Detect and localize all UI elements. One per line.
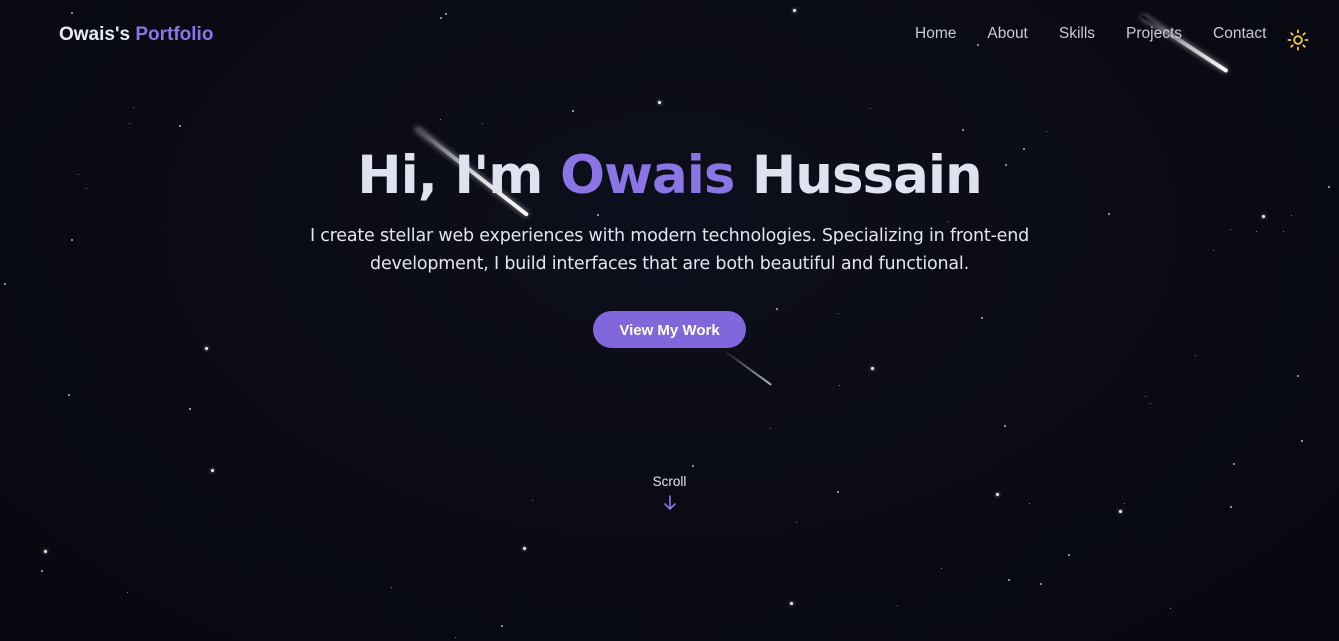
star <box>790 602 793 605</box>
theme-toggle-button[interactable] <box>1287 29 1309 51</box>
star <box>1040 583 1042 585</box>
star <box>1008 579 1010 581</box>
hero-section: Hi, I'm Owais Hussain I create stellar w… <box>0 140 1339 348</box>
star <box>1046 131 1047 132</box>
hero-last-name: Hussain <box>751 145 983 206</box>
brand-logo[interactable]: Owais's Portfolio <box>59 24 213 46</box>
nav-link-projects[interactable]: Projects <box>1126 25 1182 43</box>
star <box>1170 608 1171 609</box>
star <box>501 625 503 627</box>
star <box>44 550 47 553</box>
star <box>1145 396 1146 397</box>
hero-first-name: Owais <box>559 145 735 206</box>
nav-link-about[interactable]: About <box>987 25 1028 43</box>
star <box>871 367 874 370</box>
sun-icon <box>1287 29 1309 51</box>
hero-title: Hi, I'm Owais Hussain <box>0 140 1339 212</box>
brand-owner: Owais's <box>59 24 131 45</box>
nav-link-skills[interactable]: Skills <box>1059 25 1095 43</box>
star <box>391 587 392 588</box>
star <box>68 394 70 396</box>
star <box>179 125 181 127</box>
star <box>482 123 483 124</box>
star <box>897 605 898 606</box>
star <box>1301 440 1303 442</box>
star <box>1068 554 1070 556</box>
star <box>1150 403 1151 404</box>
hero-subtitle: I create stellar web experiences with mo… <box>309 226 1030 274</box>
scroll-indicator[interactable]: Scroll <box>0 474 1339 515</box>
star <box>941 568 942 569</box>
star <box>870 108 871 109</box>
star <box>658 101 661 104</box>
star <box>1004 425 1006 427</box>
star <box>41 570 43 572</box>
page: Owais's Portfolio Home About Skills Proj… <box>0 0 1339 641</box>
star <box>572 110 574 112</box>
nav-link-home[interactable]: Home <box>915 25 956 43</box>
nav-links: Home About Skills Projects Contact <box>915 25 1266 43</box>
star <box>127 592 128 593</box>
star <box>129 123 130 124</box>
star <box>133 107 134 108</box>
arrow-down-icon <box>663 495 676 510</box>
star <box>440 119 441 120</box>
shooting-star <box>725 351 772 386</box>
brand-highlight: Portfolio <box>135 24 214 45</box>
star <box>523 547 526 550</box>
star <box>962 129 964 131</box>
navbar: Owais's Portfolio Home About Skills Proj… <box>0 0 1339 70</box>
hero-greeting: Hi, I'm <box>357 145 543 206</box>
star <box>839 385 840 386</box>
star <box>1195 355 1196 356</box>
star <box>1297 375 1299 377</box>
star <box>211 469 214 472</box>
scroll-label: Scroll <box>652 474 687 489</box>
star <box>692 465 694 467</box>
nav-link-contact[interactable]: Contact <box>1213 25 1266 43</box>
star <box>189 408 191 410</box>
view-my-work-button[interactable]: View My Work <box>593 311 746 348</box>
star <box>770 428 771 429</box>
star <box>796 522 797 523</box>
star <box>1233 463 1235 465</box>
star <box>455 637 456 638</box>
